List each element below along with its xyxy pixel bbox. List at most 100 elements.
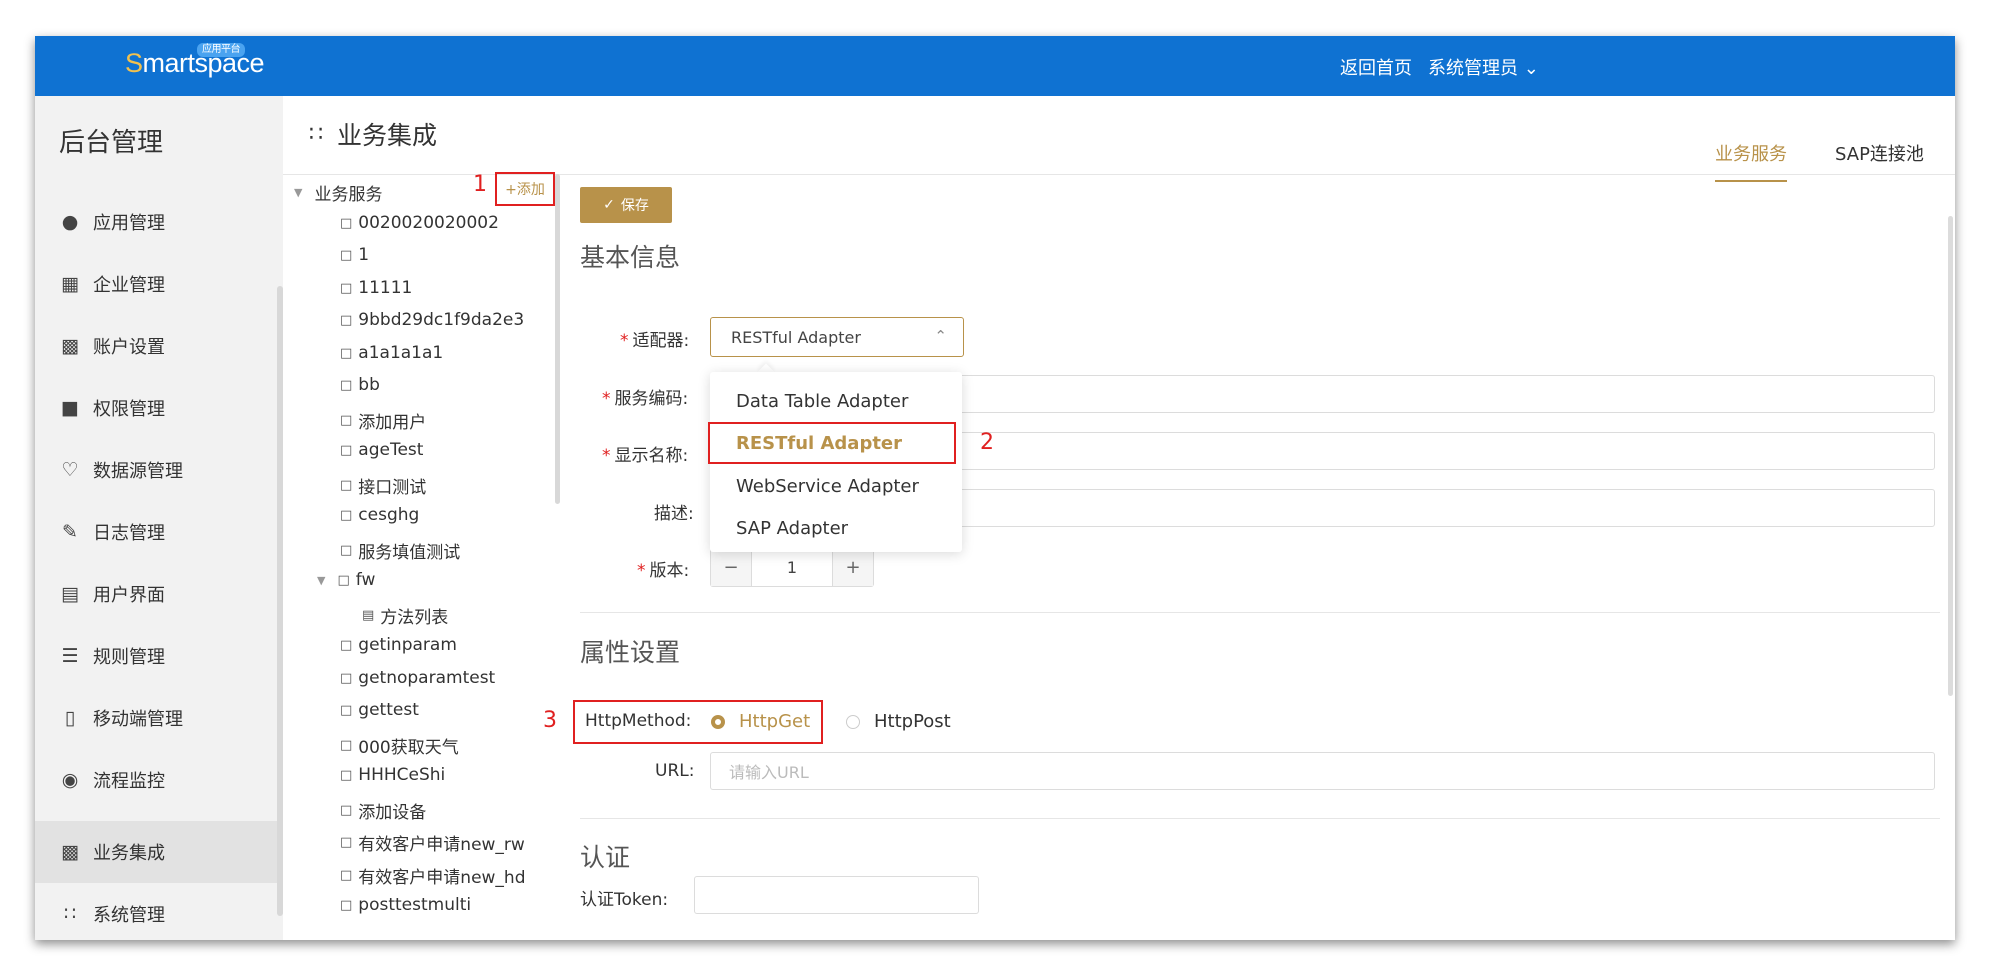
- tree-item[interactable]: □ 服务填值测试: [340, 538, 460, 563]
- tree-item[interactable]: □ 有效客户申请new_rw: [340, 830, 525, 855]
- url-input[interactable]: 请输入URL: [710, 752, 1935, 790]
- tree-item[interactable]: □ a1a1a1a1: [340, 343, 443, 363]
- section-divider: [580, 818, 1940, 819]
- camera-icon: ◉: [61, 769, 79, 791]
- sidebar-item-business-integration[interactable]: ▩ 业务集成: [35, 821, 283, 883]
- pen-icon: ✎: [62, 521, 78, 543]
- tree-item-fw[interactable]: ▼ □ fw: [317, 570, 375, 590]
- tree-item[interactable]: □ cesghg: [340, 505, 419, 525]
- page-title: ∷ 业务集成: [309, 116, 437, 152]
- file-icon: □: [337, 572, 350, 588]
- tree-item[interactable]: □ getinparam: [340, 635, 457, 655]
- sidebar-item-process-monitoring[interactable]: ◉ 流程监控: [35, 749, 283, 811]
- add-service-button[interactable]: +添加: [495, 172, 555, 206]
- tree-item[interactable]: □ 有效客户申请new_hd: [340, 863, 526, 888]
- tree-item-method-list[interactable]: ▤ 方法列表: [362, 603, 448, 628]
- tab-business-service[interactable]: 业务服务: [1715, 140, 1787, 182]
- tree-item-label: 000获取天气: [358, 738, 459, 758]
- sidebar-item-rule-management[interactable]: ☰ 规则管理: [35, 625, 283, 687]
- tree-item[interactable]: □ 11111: [340, 278, 412, 298]
- tree-root-label: 业务服务: [314, 185, 383, 205]
- tree-item[interactable]: □ ageTest: [340, 440, 423, 460]
- tree-root[interactable]: ▼ 业务服务: [294, 180, 382, 205]
- annotation-3: 3: [543, 708, 557, 733]
- sidebar-item-label: 企业管理: [93, 275, 165, 296]
- tree-item[interactable]: □ 1: [340, 245, 369, 265]
- tree-item[interactable]: □ HHHCeShi: [340, 765, 445, 785]
- increment-button[interactable]: +: [833, 548, 873, 586]
- file-icon: □: [340, 803, 353, 818]
- main-scrollbar[interactable]: [1948, 216, 1953, 696]
- tree-item[interactable]: □ 添加用户: [340, 408, 426, 433]
- caret-down-icon[interactable]: ▼: [294, 186, 302, 199]
- option-data-table-adapter[interactable]: Data Table Adapter: [710, 380, 962, 422]
- sidebar-item-account-settings[interactable]: ▩ 账户设置: [35, 315, 283, 377]
- sidebar-item-user-interface[interactable]: ▤ 用户界面: [35, 563, 283, 625]
- file-icon: □: [340, 637, 353, 653]
- user-menu[interactable]: 系统管理员 ⌄: [1428, 54, 1539, 80]
- tree-item[interactable]: □ bb: [340, 375, 380, 395]
- option-sap-adapter[interactable]: SAP Adapter: [710, 507, 962, 549]
- smartspace-logo[interactable]: Smartspace 应用平台: [125, 43, 265, 79]
- tree-item[interactable]: □ getnoparamtest: [340, 668, 495, 688]
- caret-down-icon[interactable]: ▼: [317, 574, 325, 587]
- radio-http-post[interactable]: HttpPost: [846, 711, 951, 732]
- list-icon: ☰: [61, 645, 79, 667]
- save-button[interactable]: ✓ 保存: [580, 187, 672, 223]
- building-icon: ▦: [61, 273, 79, 295]
- sidebar-item-datasource-management[interactable]: ♡ 数据源管理: [35, 439, 283, 501]
- tree-item-label: 添加用户: [358, 413, 427, 433]
- tree-item-label: gettest: [358, 700, 419, 720]
- tree-item[interactable]: □ 0020020020002: [340, 213, 499, 233]
- sidebar-item-permission-management[interactable]: ■ 权限管理: [35, 377, 283, 439]
- sidebar-item-label: 用户界面: [93, 585, 165, 606]
- sidebar-item-label: 数据源管理: [93, 461, 183, 482]
- file-icon: □: [340, 543, 353, 558]
- sidebar-item-log-management[interactable]: ✎ 日志管理: [35, 501, 283, 563]
- option-webservice-adapter[interactable]: WebService Adapter: [710, 465, 962, 507]
- sidebar-item-mobile-management[interactable]: ▯ 移动端管理: [35, 687, 283, 749]
- decrement-button[interactable]: −: [711, 548, 751, 586]
- home-link[interactable]: 返回首页: [1340, 54, 1412, 80]
- tree-scrollbar[interactable]: [555, 174, 560, 504]
- auth-token-input[interactable]: [694, 876, 979, 914]
- tree-item-label: 11111: [358, 278, 413, 298]
- sidebar-item-enterprise-management[interactable]: ▦ 企业管理: [35, 253, 283, 315]
- tree-item-label: 有效客户申请new_hd: [358, 868, 526, 888]
- tree-item-label: HHHCeShi: [358, 765, 446, 785]
- adapter-select[interactable]: RESTful Adapter ⌃: [710, 317, 964, 357]
- tree-item-label: bb: [358, 375, 380, 395]
- option-restful-adapter[interactable]: RESTful Adapter: [708, 422, 956, 464]
- sidebar-item-label: 账户设置: [93, 337, 165, 358]
- apps-icon: ∷: [309, 121, 323, 147]
- radio-http-get[interactable]: HttpGet: [711, 711, 810, 732]
- tree-item[interactable]: □ gettest: [340, 700, 419, 720]
- file-icon: □: [340, 215, 353, 231]
- file-icon: □: [340, 413, 353, 428]
- tree-item[interactable]: □ 9bbd29dc1f9da2e3: [340, 310, 524, 330]
- sidebar-item-system-management[interactable]: ∷ 系统管理: [35, 883, 283, 940]
- version-value[interactable]: 1: [751, 548, 833, 586]
- tree-item-label: posttestmulti: [358, 895, 472, 915]
- sidebar-title: 后台管理: [59, 128, 164, 158]
- tab-sap-pool[interactable]: SAP连接池: [1835, 140, 1924, 180]
- required-mark: *: [637, 561, 646, 581]
- tree-item-label: fw: [355, 570, 376, 590]
- http-method-label: HttpMethod:: [585, 711, 692, 731]
- app-window: Smartspace 应用平台 返回首页 系统管理员 ⌄ 后台管理 ● 应用管理…: [35, 36, 1955, 940]
- tree-item[interactable]: □ 000获取天气: [340, 733, 459, 758]
- version-stepper[interactable]: − 1 +: [710, 547, 874, 587]
- sidebar-item-app-management[interactable]: ● 应用管理: [35, 191, 283, 253]
- top-navbar: Smartspace 应用平台 返回首页 系统管理员 ⌄: [35, 36, 1955, 96]
- sidebar-scrollbar[interactable]: [277, 286, 283, 916]
- tree-item-label: 有效客户申请new_rw: [358, 835, 525, 855]
- file-icon: □: [340, 478, 353, 493]
- tree-item[interactable]: □ 添加设备: [340, 798, 426, 823]
- tree-item-label: getnoparamtest: [358, 668, 496, 688]
- url-placeholder: 请输入URL: [729, 763, 809, 782]
- version-label-text: 版本:: [649, 561, 690, 581]
- tree-item[interactable]: □ posttestmulti: [340, 895, 471, 915]
- tree-item-label: 1: [358, 245, 370, 265]
- tree-item[interactable]: □ 接口测试: [340, 473, 426, 498]
- tree-item-label: 方法列表: [380, 608, 449, 628]
